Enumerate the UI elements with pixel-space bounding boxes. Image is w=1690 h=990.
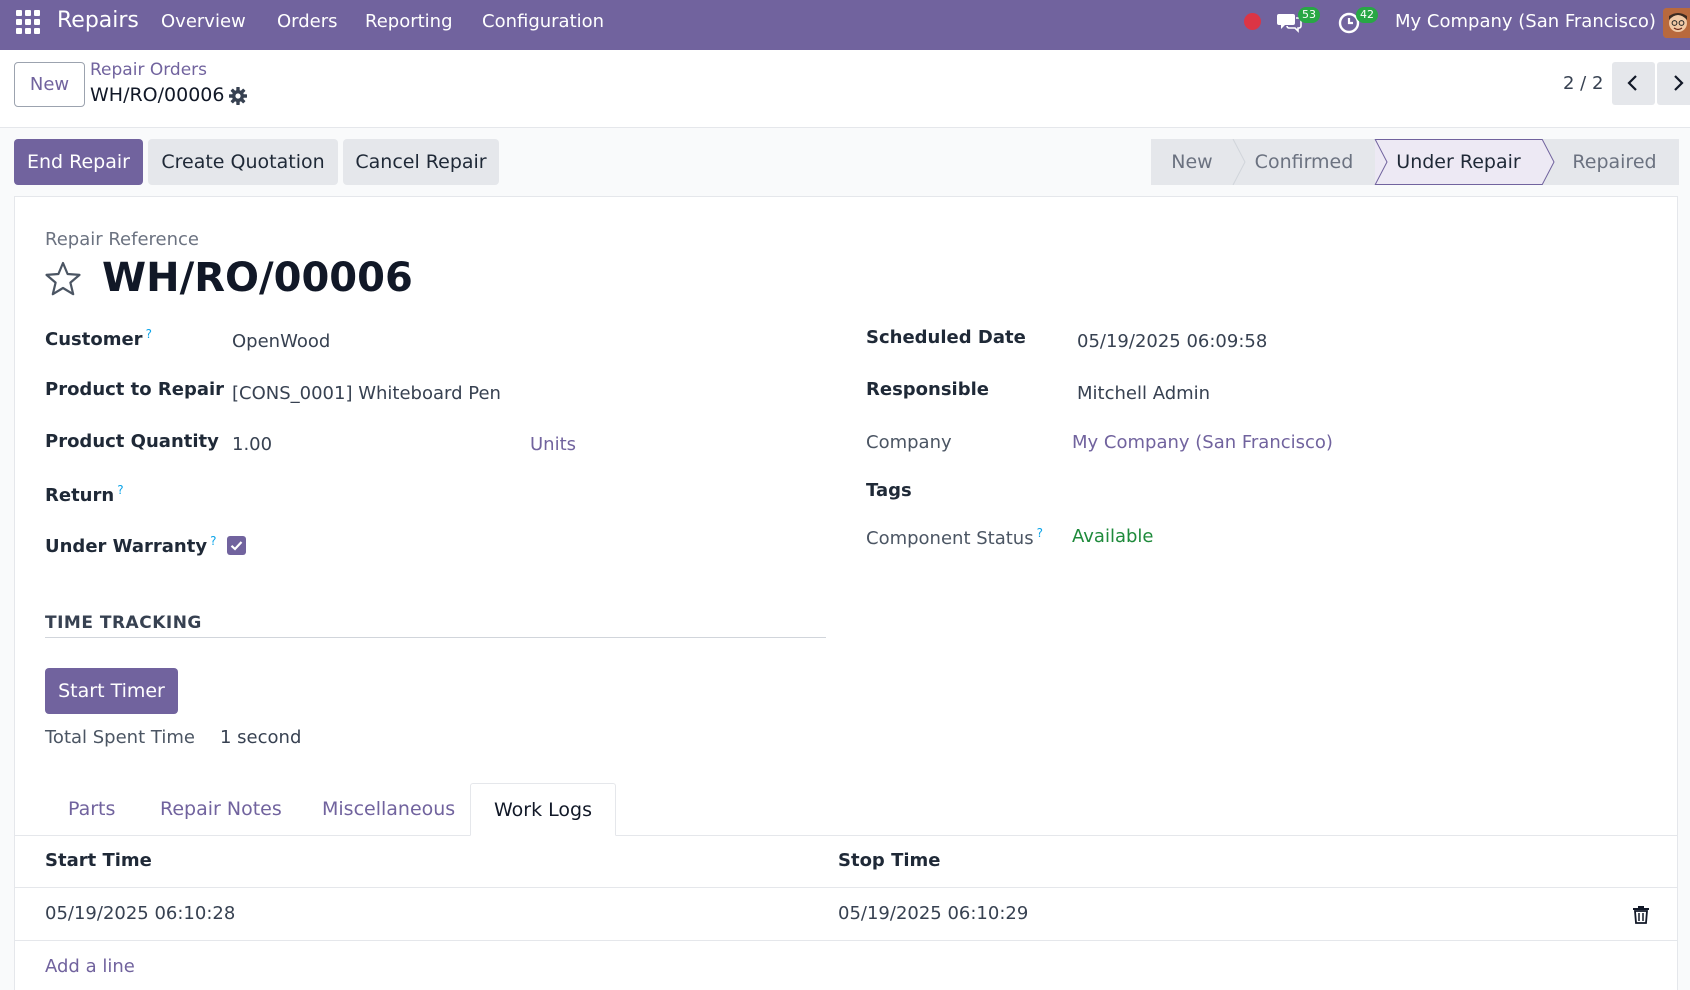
table-row-divider bbox=[14, 940, 1678, 941]
star-icon[interactable] bbox=[44, 260, 82, 298]
uom-field[interactable]: Units bbox=[530, 434, 576, 455]
control-panel: New Repair Orders WH/RO/00006 2 / 2 bbox=[0, 50, 1690, 128]
breadcrumb-repair-orders[interactable]: Repair Orders bbox=[90, 60, 207, 80]
cancel-repair-button[interactable]: Cancel Repair bbox=[343, 139, 499, 185]
under-warranty-label: Under Warranty? bbox=[45, 534, 216, 557]
warranty-help-icon[interactable]: ? bbox=[210, 534, 216, 548]
stage-under-repair-label: Under Repair bbox=[1396, 151, 1521, 173]
menu-configuration[interactable]: Configuration bbox=[482, 11, 604, 32]
total-spent-time-label: Total Spent Time bbox=[45, 727, 195, 748]
return-label-text: Return bbox=[45, 485, 115, 506]
add-a-line-link[interactable]: Add a line bbox=[45, 956, 135, 977]
responsible-field[interactable]: Mitchell Admin bbox=[1077, 383, 1210, 404]
row-start-time[interactable]: 05/19/2025 06:10:28 bbox=[45, 903, 235, 924]
activities-badge: 42 bbox=[1356, 7, 1378, 23]
column-start-time[interactable]: Start Time bbox=[45, 850, 152, 871]
component-status-label-text: Component Status bbox=[866, 528, 1034, 549]
stage-arrow bbox=[1374, 139, 1388, 185]
responsible-label: Responsible bbox=[866, 379, 989, 400]
customer-help-icon[interactable]: ? bbox=[146, 327, 152, 341]
new-button[interactable]: New bbox=[14, 62, 85, 107]
product-to-repair-field[interactable]: [CONS_0001] Whiteboard Pen bbox=[232, 383, 501, 404]
status-bar: New Confirmed Under Repair Repaired bbox=[1151, 139, 1679, 185]
section-divider bbox=[45, 637, 826, 638]
row-stop-time[interactable]: 05/19/2025 06:10:29 bbox=[838, 903, 1028, 924]
stage-repaired-label: Repaired bbox=[1572, 151, 1657, 173]
total-spent-time-value: 1 second bbox=[220, 727, 302, 748]
customer-field[interactable]: OpenWood bbox=[232, 331, 330, 352]
pager-next-button[interactable] bbox=[1657, 62, 1690, 105]
product-quantity-field[interactable]: 1.00 bbox=[232, 434, 272, 455]
stage-confirmed[interactable]: Confirmed bbox=[1233, 139, 1388, 185]
menu-overview[interactable]: Overview bbox=[161, 11, 246, 32]
stage-repaired[interactable]: Repaired bbox=[1542, 139, 1679, 185]
tab-miscellaneous[interactable]: Miscellaneous bbox=[299, 783, 478, 836]
tab-parts[interactable]: Parts bbox=[45, 783, 138, 836]
company-field[interactable]: My Company (San Francisco) bbox=[1072, 432, 1333, 453]
customer-label: Customer? bbox=[45, 327, 152, 350]
messages-badge: 53 bbox=[1298, 7, 1320, 23]
end-repair-button[interactable]: End Repair bbox=[14, 139, 143, 185]
tags-label: Tags bbox=[866, 480, 912, 501]
apps-grid-icon[interactable] bbox=[16, 10, 40, 34]
menu-orders[interactable]: Orders bbox=[277, 11, 338, 32]
repair-reference-value[interactable]: WH/RO/00006 bbox=[102, 255, 413, 301]
stage-arrow bbox=[1541, 139, 1555, 185]
table-header-divider bbox=[14, 887, 1678, 888]
component-status-help-icon[interactable]: ? bbox=[1037, 526, 1043, 540]
product-to-repair-label: Product to Repair bbox=[45, 379, 225, 400]
column-stop-time[interactable]: Stop Time bbox=[838, 850, 941, 871]
gear-icon[interactable] bbox=[228, 86, 248, 106]
stage-under-repair[interactable]: Under Repair bbox=[1375, 139, 1555, 185]
chevron-right-icon bbox=[1674, 75, 1684, 91]
create-quotation-button[interactable]: Create Quotation bbox=[148, 139, 338, 185]
company-label: Company bbox=[866, 432, 952, 453]
top-navbar: Repairs Overview Orders Reporting Config… bbox=[0, 0, 1690, 50]
user-avatar[interactable] bbox=[1663, 8, 1690, 38]
checkmark-icon bbox=[230, 541, 243, 551]
component-status-value: Available bbox=[1072, 526, 1154, 547]
tab-work-logs[interactable]: Work Logs bbox=[470, 783, 616, 836]
scheduled-date-label: Scheduled Date bbox=[866, 327, 1026, 348]
repair-reference-label: Repair Reference bbox=[45, 229, 199, 250]
menu-reporting[interactable]: Reporting bbox=[365, 11, 453, 32]
chevron-left-icon bbox=[1627, 75, 1637, 91]
customer-label-text: Customer bbox=[45, 329, 143, 350]
stage-arrow bbox=[1232, 139, 1246, 185]
pager-value[interactable]: 2 / 2 bbox=[1563, 73, 1603, 94]
record-dot-icon[interactable] bbox=[1244, 13, 1261, 30]
app-name[interactable]: Repairs bbox=[57, 8, 139, 33]
return-help-icon[interactable]: ? bbox=[117, 483, 123, 497]
time-tracking-title: TIME TRACKING bbox=[45, 613, 202, 633]
product-quantity-label: Product Quantity bbox=[45, 431, 219, 452]
start-timer-button[interactable]: Start Timer bbox=[45, 668, 178, 714]
under-warranty-checkbox[interactable] bbox=[227, 536, 246, 555]
stage-confirmed-label: Confirmed bbox=[1254, 151, 1354, 173]
stage-new-label: New bbox=[1171, 151, 1213, 173]
scheduled-date-field[interactable]: 05/19/2025 06:09:58 bbox=[1077, 331, 1267, 352]
under-warranty-label-text: Under Warranty bbox=[45, 536, 208, 557]
company-switcher[interactable]: My Company (San Francisco) bbox=[1395, 11, 1656, 32]
trash-icon[interactable] bbox=[1632, 904, 1650, 924]
pager-previous-button[interactable] bbox=[1612, 62, 1655, 105]
breadcrumb-current: WH/RO/00006 bbox=[90, 84, 225, 106]
tab-repair-notes[interactable]: Repair Notes bbox=[137, 783, 305, 836]
stage-new[interactable]: New bbox=[1151, 139, 1246, 185]
component-status-label: Component Status? bbox=[866, 526, 1043, 549]
return-label: Return? bbox=[45, 483, 124, 506]
